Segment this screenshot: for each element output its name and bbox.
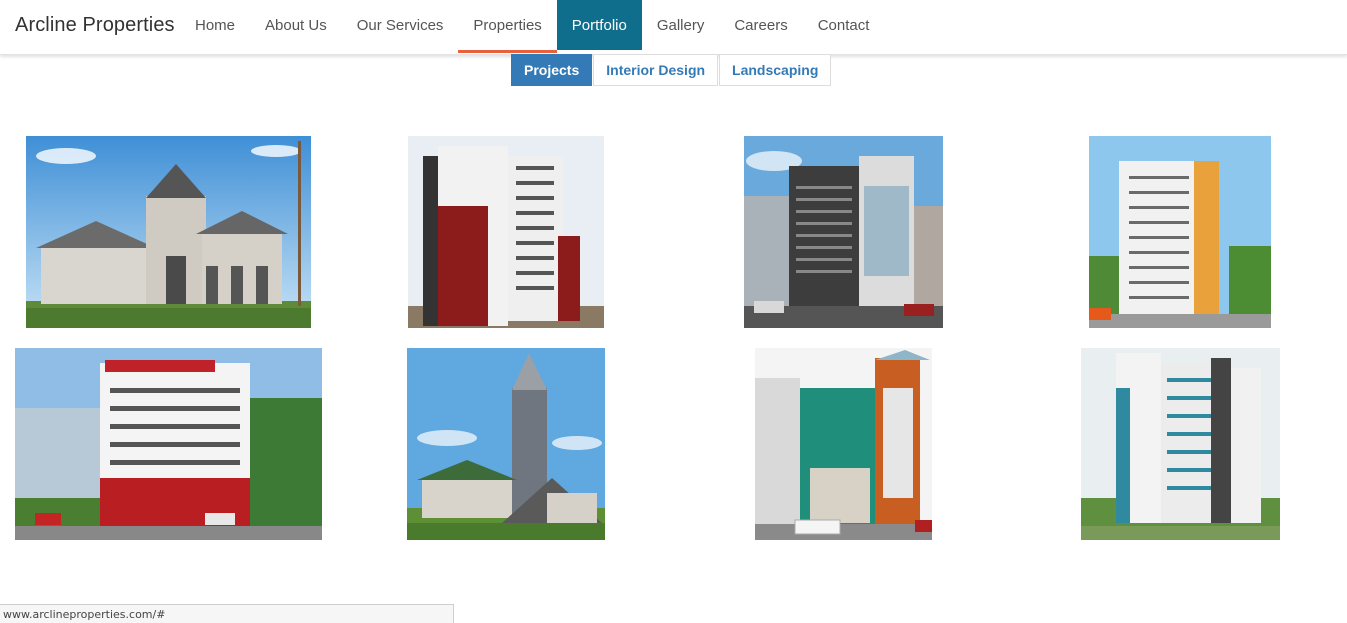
nav-item-careers[interactable]: Careers (719, 0, 802, 50)
gallery-image-highrise-blue[interactable] (1081, 348, 1280, 540)
main-nav: Home About Us Our Services Properties Po… (180, 0, 885, 53)
gallery-image-office-building[interactable] (15, 348, 322, 540)
nav-item-home[interactable]: Home (180, 0, 250, 50)
brand-logo-text[interactable]: Arcline Properties (15, 14, 175, 37)
highrise-blue-white-image (1081, 348, 1280, 540)
commercial-teal-glass-image (755, 348, 932, 540)
nav-item-gallery[interactable]: Gallery (642, 0, 720, 50)
nav-item-about-us[interactable]: About Us (250, 0, 342, 50)
browser-status-bar: www.arclineproperties.com/# (0, 604, 454, 623)
gallery-image-commercial-teal[interactable] (755, 348, 932, 540)
gallery-image-commercial-glass[interactable] (744, 136, 943, 328)
status-url: www.arclineproperties.com/# (3, 608, 166, 621)
apartment-tower-orange-image (1089, 136, 1271, 328)
tab-landscaping[interactable]: Landscaping (719, 54, 832, 86)
gallery-image-highrise-red[interactable] (408, 136, 604, 328)
gallery-image-church-spire[interactable] (407, 348, 605, 540)
gallery-image-apartment-tower[interactable] (1089, 136, 1271, 328)
office-building-red-white-image (15, 348, 322, 540)
nav-item-portfolio[interactable]: Portfolio (556, 0, 642, 50)
highrise-red-white-image (408, 136, 604, 328)
tab-interior-design[interactable]: Interior Design (593, 54, 719, 86)
nav-item-properties[interactable]: Properties (458, 0, 558, 53)
top-navbar: Arcline Properties Home About Us Our Ser… (0, 0, 1347, 55)
tab-projects[interactable]: Projects (511, 54, 593, 86)
portfolio-tabs: Projects Interior Design Landscaping (511, 54, 832, 86)
church-with-spire-image (407, 348, 605, 540)
church-building-image (26, 136, 311, 328)
commercial-glass-building-image (744, 136, 943, 328)
gallery-image-church[interactable] (26, 136, 311, 328)
nav-item-contact[interactable]: Contact (803, 0, 885, 50)
nav-item-our-services[interactable]: Our Services (342, 0, 459, 50)
